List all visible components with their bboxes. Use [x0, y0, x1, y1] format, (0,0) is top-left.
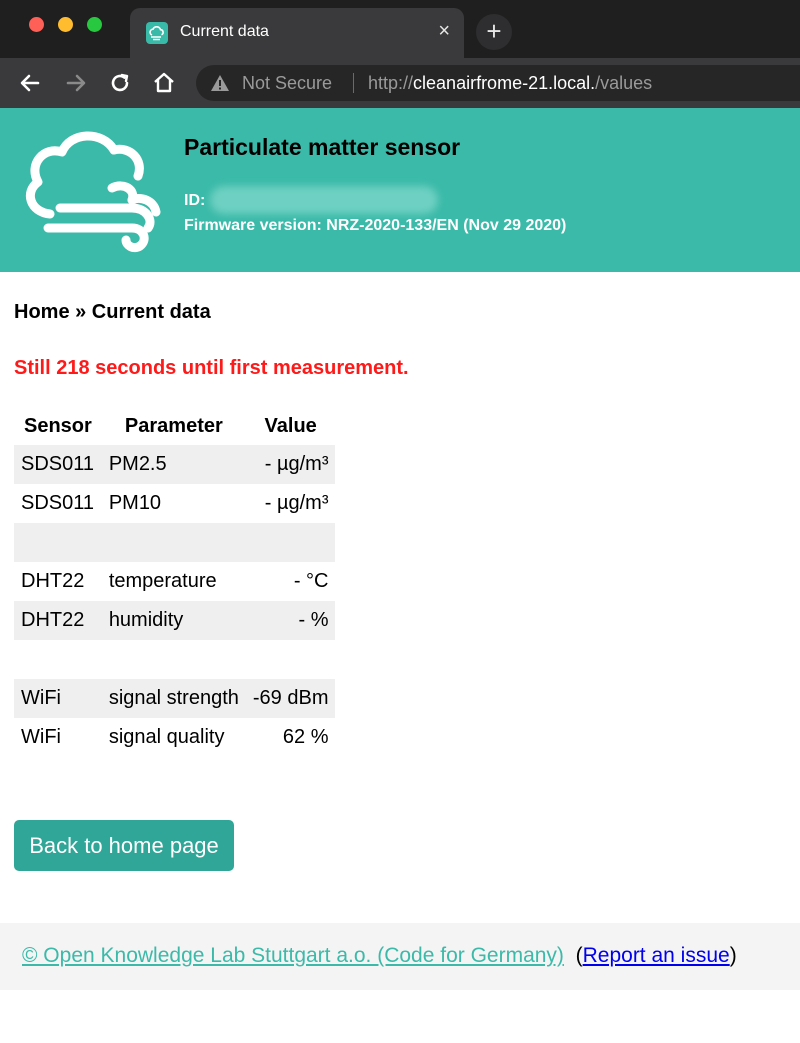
url-text[interactable]: http://cleanairfrome-21.local./values	[368, 73, 652, 94]
sensor-cell	[14, 640, 102, 679]
reload-icon[interactable]	[106, 69, 134, 97]
parameter-cell: signal quality	[108, 726, 225, 748]
url-scheme: http://	[368, 73, 414, 93]
parameter-cell: temperature	[108, 570, 217, 592]
table-row: SDS011 PM2.5 - µg/m³	[14, 445, 336, 484]
table-row	[14, 640, 335, 679]
parameter-cell: PM2.5	[101, 445, 246, 484]
col-header-value: Value	[264, 415, 317, 437]
footer-close-paren: )	[729, 944, 737, 967]
address-separator	[353, 73, 354, 93]
report-issue-link[interactable]: Report an issue	[583, 944, 730, 967]
browser-tab[interactable]: Current data ×	[130, 8, 464, 58]
table-row: WiFi signal quality 62 %	[14, 718, 335, 757]
col-header-sensor: Sensor	[24, 415, 92, 437]
parameter-cell: signal strength	[101, 679, 246, 718]
table-row	[14, 523, 336, 562]
browser-titlebar: Current data × +	[0, 0, 800, 58]
forward-arrow-icon[interactable]	[62, 69, 90, 97]
value-cell: - µg/m³	[264, 492, 329, 514]
sensor-values-table: Sensor Parameter Value SDS011 PM2.5 - µg…	[14, 408, 336, 757]
value-cell: - %	[245, 601, 336, 640]
table-row: WiFi signal strength -69 dBm	[14, 679, 336, 718]
parameter-cell: PM10	[108, 492, 162, 514]
breadcrumb: Home » Current data	[14, 301, 211, 323]
sensor-cell: WiFi	[21, 726, 61, 748]
close-window-button[interactable]	[29, 17, 44, 32]
page-title: Particulate matter sensor	[184, 134, 461, 160]
table-row: DHT22 humidity - %	[14, 601, 336, 640]
value-cell	[246, 640, 336, 679]
cloud-wind-logo-icon	[25, 131, 161, 253]
value-cell	[245, 523, 336, 562]
sensor-cell: SDS011	[21, 492, 95, 514]
tab-title: Current data	[180, 23, 269, 40]
footer-open-paren: (	[575, 944, 583, 967]
firmware-version: Firmware version: NRZ-2020-133/EN (Nov 2…	[184, 217, 567, 234]
zoom-window-button[interactable]	[87, 17, 102, 32]
credit-link[interactable]: © Open Knowledge Lab Stuttgart a.o. (Cod…	[22, 944, 564, 967]
table-row: SDS011 PM10 - µg/m³	[14, 484, 335, 523]
sensor-cell: SDS011	[14, 445, 102, 484]
footer-text: © Open Knowledge Lab Stuttgart a.o. (Cod…	[22, 944, 737, 968]
sensor-cell: WiFi	[14, 679, 102, 718]
value-cell: 62 %	[282, 726, 329, 748]
home-icon[interactable]	[150, 69, 178, 97]
value-cell: -69 dBm	[245, 679, 336, 718]
value-cell: - µg/m³	[245, 445, 336, 484]
page-footer: © Open Knowledge Lab Stuttgart a.o. (Cod…	[0, 923, 800, 990]
value-cell: - °C	[293, 570, 329, 592]
device-id-label: ID:	[184, 192, 206, 209]
browser-toolbar: Not Secure http://cleanairfrome-21.local…	[0, 58, 800, 108]
parameter-cell	[102, 640, 246, 679]
parameter-cell: humidity	[101, 601, 246, 640]
parameter-cell	[101, 523, 246, 562]
back-to-home-button[interactable]: Back to home page	[14, 820, 234, 871]
not-secure-label[interactable]: Not Secure	[242, 73, 332, 94]
minimize-window-button[interactable]	[58, 17, 73, 32]
warning-icon	[211, 75, 229, 91]
measurement-notice: Still 218 seconds until first measuremen…	[14, 357, 409, 379]
table-header-row: Sensor Parameter Value	[14, 408, 335, 445]
new-tab-button[interactable]: +	[476, 14, 512, 50]
sensor-cell	[14, 523, 102, 562]
url-host: cleanairfrome-21.local.	[413, 73, 596, 93]
page-header: Particulate matter sensor ID: Firmware v…	[0, 108, 800, 272]
tab-close-icon[interactable]: ×	[438, 20, 450, 42]
url-path: /values	[595, 73, 653, 93]
sensor-cell: DHT22	[14, 601, 102, 640]
address-bar[interactable]: Not Secure http://cleanairfrome-21.local…	[196, 65, 800, 101]
site-favicon-icon	[146, 22, 168, 44]
device-id-redacted	[210, 186, 438, 214]
sensor-cell: DHT22	[21, 570, 85, 592]
col-header-parameter: Parameter	[124, 415, 223, 437]
back-arrow-icon[interactable]	[16, 69, 44, 97]
table-row: DHT22 temperature - °C	[14, 562, 335, 601]
